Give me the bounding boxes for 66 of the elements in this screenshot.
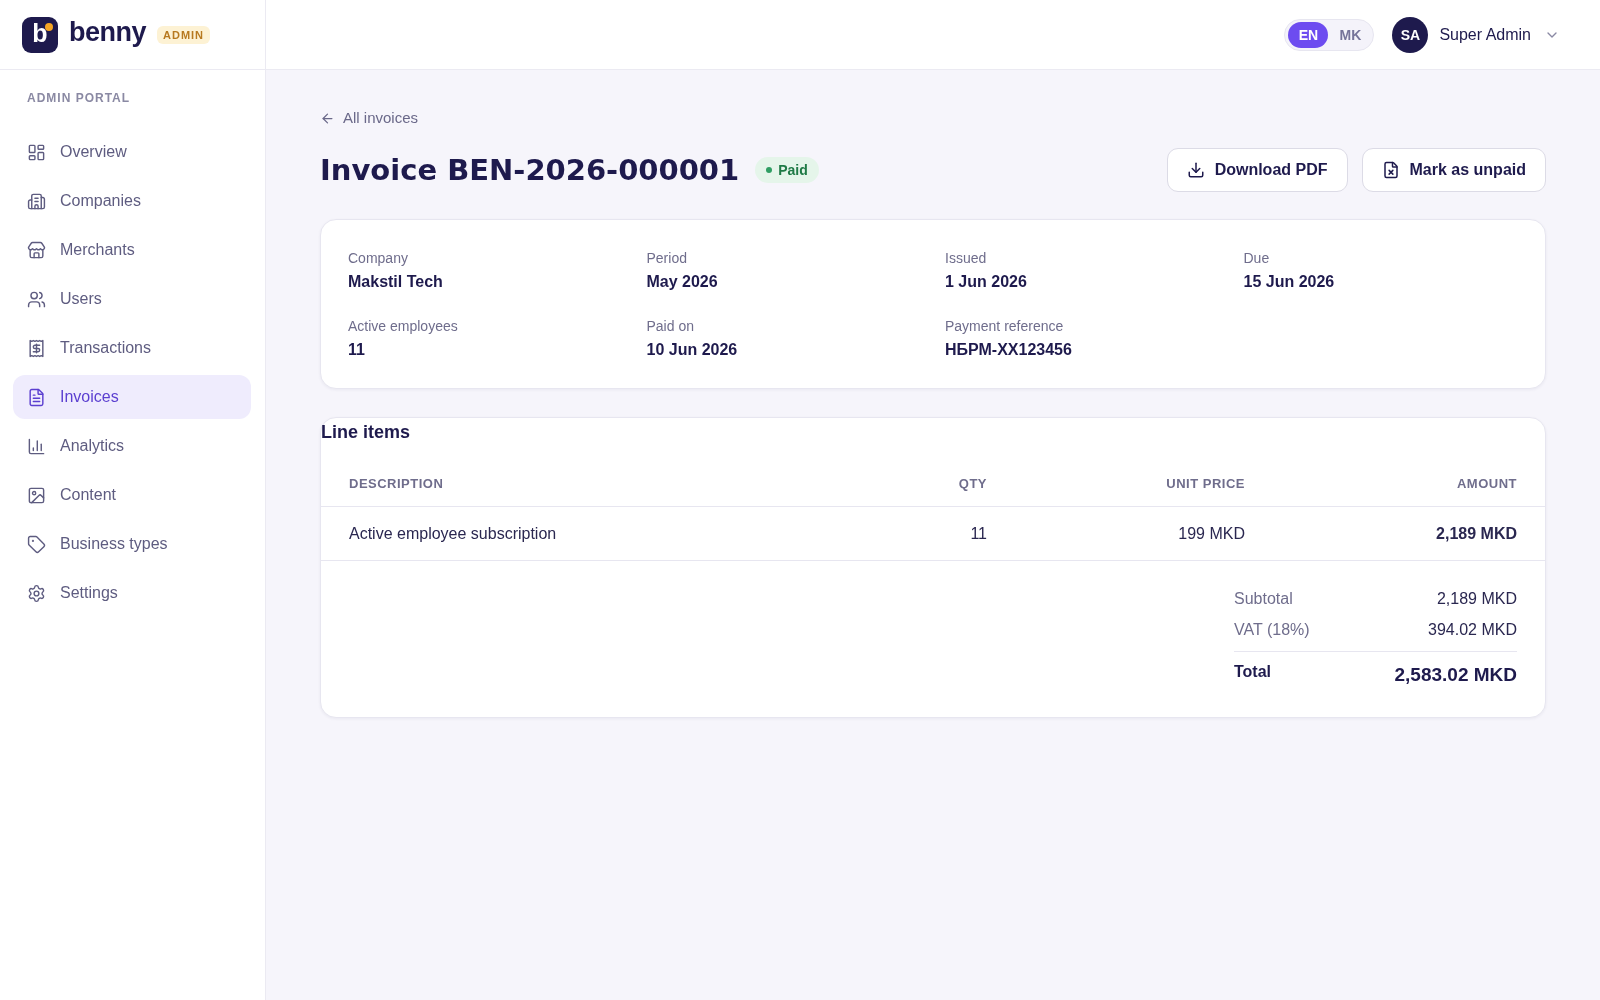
- detail-value: Makstil Tech: [348, 272, 444, 292]
- user-name: Super Admin: [1439, 25, 1531, 44]
- dot-icon: [45, 22, 53, 31]
- detail-value: May 2026: [646, 272, 719, 292]
- sidebar-item[interactable]: Companies: [13, 179, 251, 223]
- brand-name: benny: [69, 19, 146, 46]
- language-option[interactable]: MK: [1330, 21, 1371, 48]
- detail-label: Company: [348, 249, 409, 268]
- column-header: UNIT PRICE: [1166, 476, 1245, 491]
- column-header: DESCRIPTION: [349, 476, 444, 491]
- detail-label: Paid on: [646, 317, 695, 336]
- sidebar-item[interactable]: Analytics: [13, 424, 251, 468]
- action-button[interactable]: Download PDF: [1166, 148, 1348, 192]
- table-cell: 11: [970, 524, 987, 543]
- users-icon: [27, 289, 46, 309]
- action-button[interactable]: Mark as unpaid: [1361, 148, 1546, 192]
- sidebar-item[interactable]: Content: [13, 473, 251, 517]
- language-option[interactable]: EN: [1288, 21, 1329, 48]
- admin-tag: ADMIN: [157, 25, 211, 44]
- detail-label: Active employees: [348, 317, 459, 336]
- status-label: Paid: [778, 162, 808, 178]
- sidebar-item[interactable]: Overview: [13, 130, 251, 174]
- sidebar-item[interactable]: Merchants: [13, 228, 251, 272]
- detail-value: 11: [348, 340, 366, 360]
- tag-icon: [27, 534, 46, 554]
- detail-value: 1 Jun 2026: [945, 272, 1028, 292]
- image-icon: [27, 485, 46, 505]
- sidebar-item[interactable]: Users: [13, 277, 251, 321]
- detail-label: Issued: [945, 249, 988, 268]
- table-cell: Active employee subscription: [349, 524, 557, 543]
- table-cell: 2,189 MKD: [1436, 524, 1517, 543]
- file-x-icon: [1381, 161, 1400, 179]
- summary-label: Total: [1234, 662, 1272, 681]
- bar-chart-icon: [27, 436, 46, 456]
- detail-value: НБРМ-XX123456: [945, 340, 1073, 360]
- detail-value: 10 Jun 2026: [646, 340, 739, 360]
- avatar[interactable]: SA: [1392, 16, 1429, 53]
- sidebar-item[interactable]: Settings: [13, 571, 251, 615]
- column-header: AMOUNT: [1456, 476, 1517, 491]
- table-cell: 199 MKD: [1178, 524, 1245, 543]
- settings-icon: [27, 583, 46, 603]
- store-icon: [27, 240, 46, 260]
- receipt-icon: [27, 338, 46, 358]
- download-icon: [1186, 161, 1205, 179]
- summary-label: VAT (18%): [1234, 620, 1310, 639]
- card-title: Line items: [321, 421, 411, 443]
- sidebar-item[interactable]: Transactions: [13, 326, 251, 370]
- summary-value: 394.02 MKD: [1428, 620, 1517, 639]
- status-dot-icon: [766, 167, 773, 173]
- detail-value: 15 Jun 2026: [1243, 272, 1336, 292]
- detail-label: Due: [1243, 249, 1271, 268]
- summary-value: 2,189 MKD: [1436, 589, 1517, 608]
- detail-label: Payment reference: [945, 317, 1065, 336]
- page-title: Invoice BEN-2026-000001: [320, 155, 740, 185]
- document-icon: [27, 387, 46, 407]
- back-link[interactable]: All invoices: [320, 108, 419, 128]
- summary-label: Subtotal: [1234, 589, 1293, 608]
- detail-label: Period: [646, 249, 688, 268]
- building-icon: [27, 191, 46, 211]
- sidebar-item[interactable]: Invoices: [13, 375, 251, 419]
- summary-value: 2,583.02 MKD: [1394, 663, 1517, 686]
- sidebar-item[interactable]: Business types: [13, 522, 251, 566]
- section-label: ADMIN PORTAL: [26, 90, 132, 106]
- logo-letter: b: [32, 21, 48, 46]
- dashboard-icon: [27, 142, 46, 162]
- column-header: QTY: [958, 476, 987, 491]
